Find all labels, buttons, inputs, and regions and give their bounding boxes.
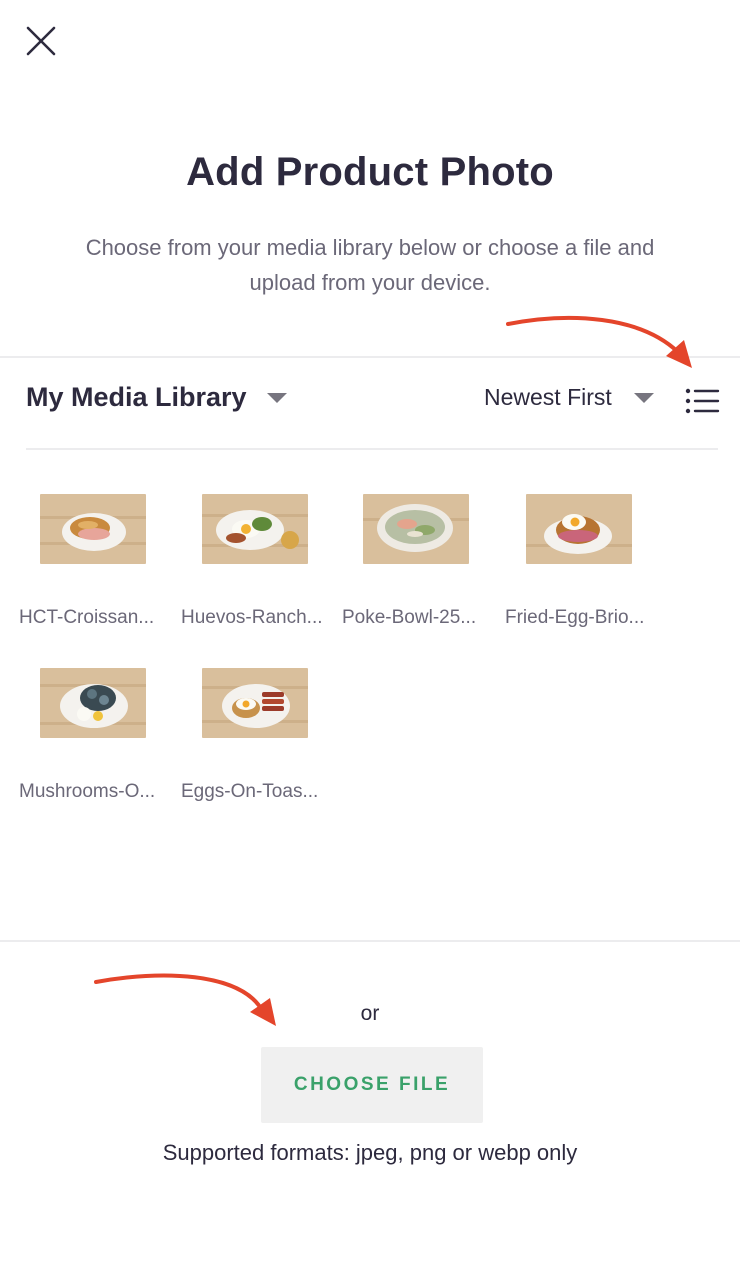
media-item[interactable]: Huevos-Ranch... <box>181 494 343 628</box>
divider <box>0 356 740 358</box>
library-dropdown-label: My Media Library <box>26 382 247 412</box>
page-subtitle: Choose from your media library below or … <box>85 235 655 295</box>
media-item-name: Mushrooms-O... <box>19 781 156 802</box>
supported-formats-note: Supported formats: jpeg, png or webp onl… <box>162 1140 578 1165</box>
media-thumbnail <box>40 668 146 738</box>
media-item[interactable]: Fried-Egg-Brio... <box>505 494 667 628</box>
or-separator: or <box>360 1002 380 1025</box>
chevron-down-icon <box>633 392 654 403</box>
list-view-icon <box>685 388 720 414</box>
media-thumbnail <box>40 494 146 564</box>
media-toolbar: My Media Library Newest First <box>0 372 740 432</box>
annotation-arrow-icon <box>506 315 692 368</box>
library-dropdown[interactable]: My Media Library <box>26 382 287 413</box>
media-item-name: Poke-Bowl-25... <box>342 607 477 628</box>
media-item-name: HCT-Croissan... <box>19 607 155 628</box>
media-item[interactable]: Eggs-On-Toas... <box>181 668 343 802</box>
media-thumbnail <box>202 668 308 738</box>
close-button[interactable] <box>24 24 58 58</box>
media-thumbnail <box>202 494 308 564</box>
close-icon <box>26 26 56 56</box>
media-item[interactable]: Poke-Bowl-25... <box>342 494 504 628</box>
media-item[interactable]: Mushrooms-O... <box>19 668 181 802</box>
media-item-name: Eggs-On-Toas... <box>181 781 319 802</box>
list-view-button[interactable] <box>684 386 720 416</box>
choose-file-button[interactable]: CHOOSE FILE <box>261 1047 483 1123</box>
add-product-photo-dialog: Add Product Photo Choose from your media… <box>0 0 740 1262</box>
choose-file-label: CHOOSE FILE <box>293 1074 451 1095</box>
page-title: Add Product Photo <box>186 150 554 194</box>
media-thumbnail <box>363 494 469 564</box>
media-thumbnail <box>526 494 632 564</box>
sort-dropdown[interactable]: Newest First <box>484 384 654 411</box>
divider <box>26 448 718 450</box>
divider <box>0 940 740 942</box>
chevron-down-icon <box>266 392 287 403</box>
media-item-name: Fried-Egg-Brio... <box>505 607 645 628</box>
media-item-name: Huevos-Ranch... <box>181 607 323 628</box>
media-item[interactable]: HCT-Croissan... <box>19 494 181 628</box>
sort-dropdown-label: Newest First <box>484 384 612 410</box>
